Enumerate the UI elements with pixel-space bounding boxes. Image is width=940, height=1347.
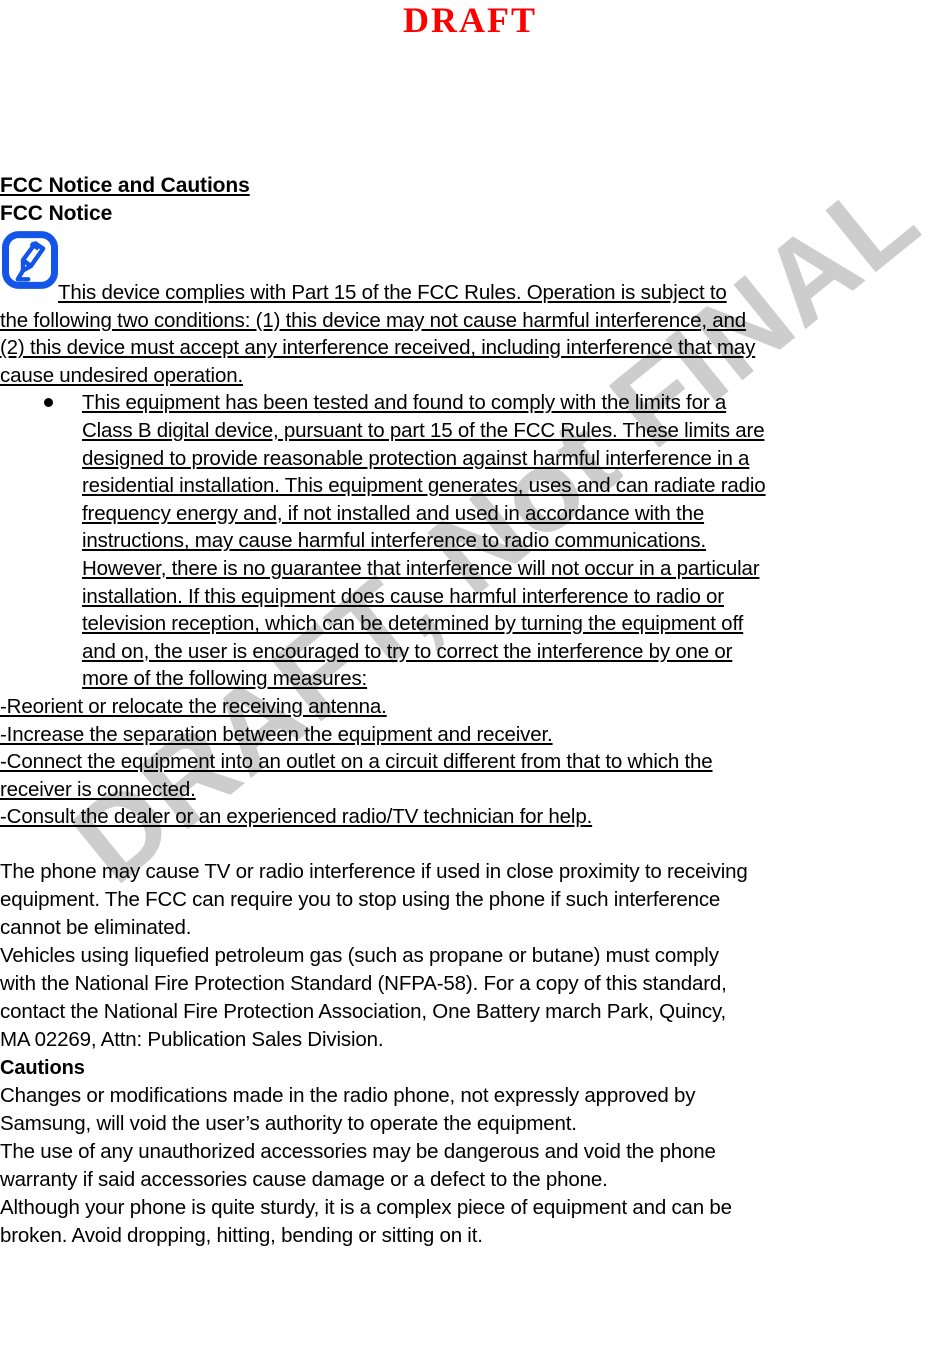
- bullet-line: frequency energy and, if not installed a…: [82, 501, 705, 525]
- fcc-intro-line-4: cause undesired operation.: [0, 363, 244, 387]
- bullet-line: designed to provide reasonable protectio…: [82, 446, 750, 470]
- paragraph-sturdy-but-breakable: Although your phone is quite sturdy, it …: [0, 1194, 936, 1250]
- fcc-intro-block: This device complies with Part 15 of the…: [0, 227, 940, 389]
- paragraph-phone-interference: The phone may cause TV or radio interfer…: [0, 858, 936, 942]
- measure-item: -Reorient or relocate the receiving ante…: [0, 693, 940, 721]
- bullet-line: installation. If this equipment does cau…: [82, 584, 724, 608]
- paragraph-unauthorized-accessories: The use of any unauthorized accessories …: [0, 1138, 936, 1194]
- fcc-intro-line-1: This device complies with Part 15 of the…: [58, 281, 727, 304]
- measure-line: -Consult the dealer or an experienced ra…: [0, 805, 593, 829]
- measure-line: -Increase the separation between the equ…: [0, 722, 553, 746]
- paragraph-line: Although your phone is quite sturdy, it …: [0, 1195, 732, 1219]
- fcc-intro-line-2: the following two conditions: (1) this d…: [0, 308, 747, 332]
- measure-item: -Increase the separation between the equ…: [0, 721, 940, 749]
- bullet-line: However, there is no guarantee that inte…: [82, 556, 760, 580]
- paragraph-vehicles-lpg: Vehicles using liquefied petroleum gas (…: [0, 942, 936, 1054]
- paragraph-line: equipment. The FCC can require you to st…: [0, 887, 721, 911]
- paragraph-line: The phone may cause TV or radio interfer…: [0, 859, 748, 883]
- paragraph-line: warranty if said accessories cause damag…: [0, 1167, 608, 1191]
- bullet-line: Class B digital device, pursuant to part…: [82, 418, 765, 442]
- paragraph-line: The use of any unauthorized accessories …: [0, 1139, 716, 1163]
- paragraph-line: Changes or modifications made in the rad…: [0, 1083, 696, 1107]
- heading-cautions: Cautions: [0, 1056, 85, 1079]
- draft-header: DRAFT: [0, 0, 940, 40]
- paragraph-line: broken. Avoid dropping, hitting, bending…: [0, 1223, 483, 1247]
- draft-header-text: DRAFT: [403, 0, 537, 40]
- fcc-intro-line-3: (2) this device must accept any interfer…: [0, 336, 756, 360]
- measure-item: -Connect the equipment into an outlet on…: [0, 748, 940, 803]
- paragraph-line: contact the National Fire Protection Ass…: [0, 999, 727, 1023]
- measure-item: -Consult the dealer or an experienced ra…: [0, 803, 940, 831]
- heading-fcc-notice: FCC Notice: [0, 202, 113, 225]
- bullet-line: and on, the user is encouraged to try to…: [82, 639, 733, 663]
- paragraph-line: Samsung, will void the user’s authority …: [0, 1111, 577, 1135]
- bullet-line: This equipment has been tested and found…: [82, 391, 727, 415]
- fcc-intro-paragraph: This device complies with Part 15 of the…: [0, 227, 940, 389]
- bullet-line: television reception, which can be deter…: [82, 612, 744, 636]
- fcc-bullet-list: This equipment has been tested and found…: [0, 389, 940, 693]
- measure-line: receiver is connected.: [0, 777, 196, 801]
- bullet-dot-icon: [44, 398, 53, 408]
- paragraph-line: MA 02269, Attn: Publication Sales Divisi…: [0, 1027, 384, 1051]
- paragraph-changes-modifications: Changes or modifications made in the rad…: [0, 1082, 936, 1138]
- paragraph-line: with the National Fire Protection Standa…: [0, 971, 727, 995]
- bullet-line: residential installation. This equipment…: [82, 474, 766, 498]
- paragraph-line: Vehicles using liquefied petroleum gas (…: [0, 943, 719, 967]
- document-page: DRAFT, Not FINAL DRAFT FCC Notice and Ca…: [0, 0, 940, 1347]
- list-item: This equipment has been tested and found…: [0, 389, 940, 693]
- paragraph-line: cannot be eliminated.: [0, 915, 192, 939]
- measure-line: -Reorient or relocate the receiving ante…: [0, 694, 387, 718]
- document-content: FCC Notice and Cautions FCC Notice This …: [0, 172, 940, 1250]
- note-pencil-icon: [2, 231, 58, 289]
- measure-line: -Connect the equipment into an outlet on…: [0, 750, 713, 774]
- heading-fcc-notice-and-cautions: FCC Notice and Cautions: [0, 174, 250, 197]
- bullet-line: instructions, may cause harmful interfer…: [82, 529, 707, 553]
- bullet-line: more of the following measures:: [82, 667, 368, 691]
